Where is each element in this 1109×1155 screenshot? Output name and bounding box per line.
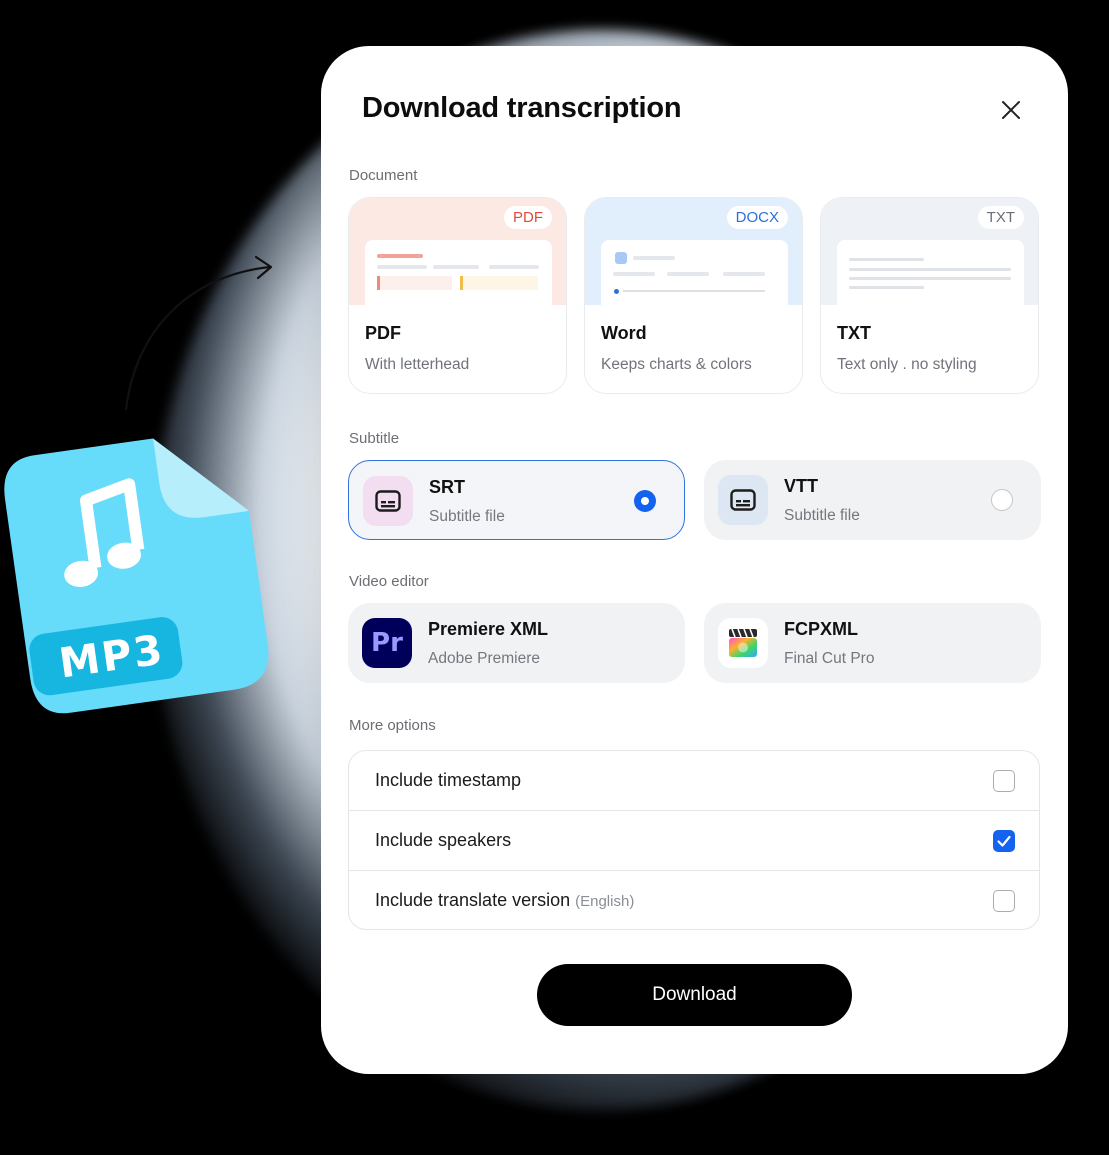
close-icon[interactable] (997, 96, 1025, 124)
format-chip-pdf: PDF (504, 206, 552, 229)
checkbox-translate[interactable] (993, 890, 1015, 912)
subtitles-icon (363, 476, 413, 526)
curved-arrow-icon (124, 255, 273, 411)
document-description: Keeps charts & colors (601, 356, 752, 373)
option-label: Include translate version (375, 890, 571, 910)
option-description: Subtitle file (784, 507, 860, 524)
section-label-more-options: More options (349, 717, 436, 734)
option-name: FCPXML (784, 619, 858, 639)
option-description: Subtitle file (429, 508, 505, 525)
document-description: Text only . no styling (837, 356, 977, 373)
document-option-txt[interactable]: TXT TXT Text only . no styling (820, 197, 1039, 394)
premiere-pro-icon: Pr (362, 618, 412, 668)
option-label: Include timestamp (375, 770, 522, 790)
option-language: (English) (575, 893, 635, 910)
editor-option-fcpxml[interactable]: FCPXML Final Cut Pro (704, 603, 1041, 683)
option-row-translate[interactable]: Include translate version (English) (349, 871, 1039, 929)
document-name: TXT (837, 323, 871, 343)
subtitle-option-vtt[interactable]: VTT Subtitle file (704, 460, 1041, 540)
download-button[interactable]: Download (537, 964, 852, 1026)
final-cut-pro-icon (718, 618, 768, 668)
option-name: VTT (784, 476, 818, 496)
section-label-subtitle: Subtitle (349, 430, 400, 447)
checkbox-timestamp[interactable] (993, 770, 1015, 792)
option-description: Final Cut Pro (784, 650, 875, 667)
radio-vtt[interactable] (991, 489, 1013, 511)
format-chip-txt: TXT (977, 206, 1024, 229)
document-name: Word (601, 323, 647, 343)
format-chip-docx: DOCX (726, 206, 788, 229)
option-row-speakers[interactable]: Include speakers (349, 811, 1039, 871)
document-description: With letterhead (365, 356, 470, 373)
checkmark-icon (997, 835, 1011, 847)
more-options-list: Include timestamp Include speakers Inclu… (348, 750, 1040, 930)
section-label-video-editor: Video editor (349, 573, 429, 590)
option-row-timestamp[interactable]: Include timestamp (349, 751, 1039, 811)
checkbox-speakers[interactable] (993, 830, 1015, 852)
subtitle-option-srt[interactable]: SRT Subtitle file (348, 460, 685, 540)
dialog-title: Download transcription (362, 92, 682, 124)
section-label-document: Document (349, 167, 418, 184)
document-option-pdf[interactable]: PDF PDF With letterhead (348, 197, 567, 394)
option-name: Premiere XML (428, 619, 549, 639)
radio-srt[interactable] (634, 490, 656, 512)
mp3-file-icon: MP3 (4, 438, 269, 714)
document-option-word[interactable]: DOCX Word Keeps charts & colors (584, 197, 803, 394)
option-name: SRT (429, 477, 465, 497)
download-dialog: Download transcription Document PDF PDF … (321, 46, 1068, 1074)
subtitles-icon (718, 475, 768, 525)
document-name: PDF (365, 323, 401, 343)
editor-option-premiere[interactable]: Pr Premiere XML Adobe Premiere (348, 603, 685, 683)
option-label: Include speakers (375, 830, 512, 850)
option-description: Adobe Premiere (428, 650, 541, 667)
premiere-logo-text: Pr (371, 628, 403, 658)
